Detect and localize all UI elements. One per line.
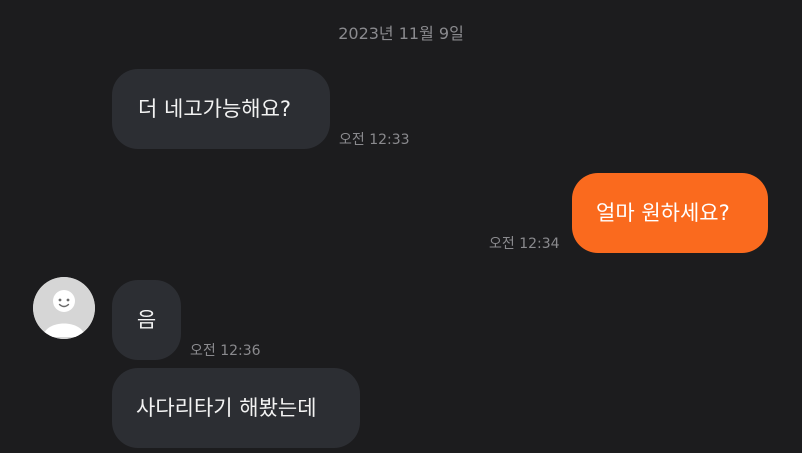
message-timestamp: 오전 12:33 <box>339 132 410 148</box>
message-text: 더 네고가능해요? <box>138 96 292 121</box>
profile-avatar-icon[interactable] <box>33 277 95 339</box>
message-text: 사다리타기 해봤는데 <box>136 395 317 420</box>
message-timestamp: 오전 12:36 <box>190 343 261 359</box>
message-bubble-incoming[interactable]: 음 <box>112 280 181 360</box>
date-divider: 2023년 11월 9일 <box>338 24 464 43</box>
message-text: 음 <box>136 307 157 332</box>
message-text: 얼마 원하세요? <box>596 200 730 225</box>
message-timestamp: 오전 12:34 <box>489 236 560 252</box>
default-profile-avatar-icon <box>33 277 95 339</box>
message-bubble-outgoing[interactable]: 얼마 원하세요? <box>572 173 768 253</box>
message-bubble-incoming[interactable]: 더 네고가능해요? <box>112 69 330 149</box>
message-bubble-incoming[interactable]: 사다리타기 해봤는데 <box>112 368 360 448</box>
chat-screen: 2023년 11월 9일 더 네고가능해요? 오전 12:33 얼마 원하세요?… <box>0 0 802 453</box>
